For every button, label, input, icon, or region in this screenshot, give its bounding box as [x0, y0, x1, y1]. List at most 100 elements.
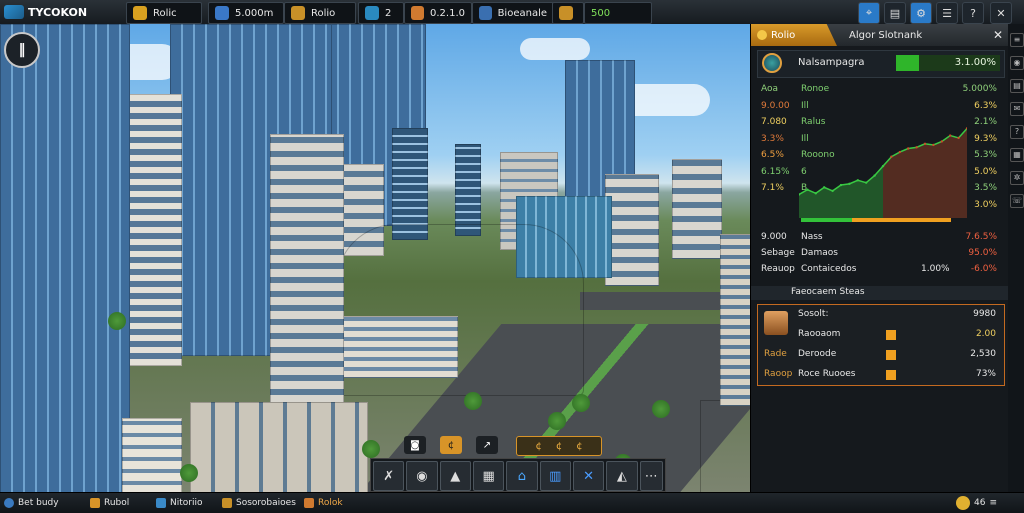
bottom-right-counter[interactable]: 46 ≡ [956, 496, 997, 510]
info-label: Deroode [798, 349, 837, 359]
row-right-value: 5.0% [974, 166, 997, 177]
office-icon[interactable]: ▥ [539, 461, 571, 491]
coin-icon[interactable]: ¢ [440, 436, 462, 454]
background-tower [455, 144, 481, 236]
progress-bar [801, 218, 951, 222]
info-label: Roce Ruooes [798, 369, 856, 379]
shield-icon [291, 6, 305, 20]
chart-point [898, 150, 901, 154]
stat-b: Nass [801, 232, 823, 242]
chart-icon[interactable]: ▤ [884, 2, 906, 24]
chart-point [890, 155, 893, 158]
row-left-value: 6.15% [761, 166, 790, 177]
row-right-value: 2.1% [974, 117, 997, 127]
list-icon[interactable]: ≡ [1010, 33, 1024, 47]
settings-icon[interactable]: ⚙ [910, 2, 932, 24]
tower-base [190, 402, 368, 492]
bottom-item-globe[interactable]: Bet budy [4, 496, 59, 510]
city-viewport[interactable]: ‖ [0, 24, 750, 492]
fan-icon[interactable]: ✲ [1010, 171, 1024, 185]
section-title: Faeocaem Steas [791, 287, 865, 297]
resource-stars[interactable]: 5.000m [208, 2, 284, 24]
domed-tower [672, 159, 722, 259]
resource-gems[interactable]: 0.2.1.0 [404, 2, 472, 24]
chart-point [865, 181, 868, 184]
row-right-value: 6.3% [974, 100, 997, 111]
globe-icon [4, 498, 14, 508]
book-icon[interactable]: ▦ [1010, 148, 1024, 162]
resource-tools[interactable] [552, 2, 584, 24]
bottom-item-shield[interactable]: Sosorobaioes [222, 496, 296, 510]
right-edge-tower [720, 234, 750, 406]
pause-button[interactable]: ‖ [4, 32, 40, 68]
chart-point [957, 136, 960, 140]
tab-rolio[interactable]: Rolio [751, 24, 837, 46]
eye-icon[interactable]: ◉ [1010, 56, 1024, 70]
bottom-item-chart[interactable]: Nitoriio [156, 496, 202, 510]
row-right-value: 9.3% [974, 133, 997, 144]
building-icon[interactable]: ▲ [439, 461, 471, 491]
arrow-icon[interactable]: ↗ [476, 436, 498, 454]
company-name: Nalsampagra [798, 57, 865, 68]
foreground-tower [270, 134, 344, 446]
water-icon[interactable]: ◉ [406, 461, 438, 491]
resource-money[interactable]: Rolic [126, 2, 202, 24]
info-label: Raooaom [798, 329, 841, 339]
app-logo[interactable]: TYCOKON [4, 3, 87, 21]
info-prefix: Raoop [764, 369, 793, 379]
bottom-item-badge[interactable]: Rolok [304, 496, 343, 510]
tools-icon[interactable]: ✕ [572, 461, 605, 491]
user-icon[interactable]: ☰ [936, 2, 958, 24]
help-icon[interactable]: ? [1010, 125, 1024, 139]
coin-group[interactable]: ¢ ¢ ¢ [516, 436, 602, 456]
coin-icon [956, 496, 970, 510]
resource-trophy[interactable]: 2 [358, 2, 404, 24]
coin-icon: ¢ [576, 440, 583, 452]
status-square [886, 370, 896, 380]
chart-icon [156, 498, 166, 508]
build-toolbar: ✗ ◉ ▲ ▦ ⌂ ▥ ✕ ◭ ⋯ [370, 458, 666, 492]
close-button[interactable]: ✕ [993, 28, 1003, 42]
coin-icon: ¢ [555, 440, 563, 452]
phone-icon[interactable]: ☏ [1010, 194, 1024, 208]
row-right-value: 3.5% [974, 183, 997, 193]
bottom-label: Rolok [318, 498, 343, 508]
chart-point [806, 188, 809, 191]
chart-point [923, 142, 927, 145]
help-icon[interactable]: ? [962, 2, 984, 24]
camera-icon[interactable]: ◙ [404, 436, 426, 454]
globe-icon [479, 6, 492, 20]
badge-icon [304, 498, 314, 508]
resource-label: 2 [385, 7, 392, 19]
cloud [520, 38, 590, 60]
stat-b: Damaos [801, 248, 838, 258]
map-pin-icon[interactable]: ⌖ [858, 2, 880, 24]
stat-b: Contaicedos [801, 264, 857, 274]
bottom-item-coin[interactable]: Rubol [90, 496, 129, 510]
info-label: Sosolt: [798, 309, 829, 319]
tree [362, 440, 380, 458]
bottom-label: Sosorobaioes [236, 498, 296, 508]
road-icon[interactable]: ✗ [373, 461, 405, 491]
doc-icon[interactable]: ▤ [1010, 79, 1024, 93]
tab-label: Rolio [771, 29, 796, 41]
info-value: 9980 [973, 309, 996, 319]
demolish-icon[interactable]: ◭ [606, 461, 638, 491]
left-glass-tower [0, 24, 130, 492]
chat-icon[interactable]: ✉ [1010, 102, 1024, 116]
expand-icon[interactable]: ⋯ [639, 461, 663, 491]
info-value: 2,530 [970, 349, 996, 359]
company-row[interactable]: Nalsampagra 3.1.00% [757, 50, 1005, 78]
tree [548, 412, 566, 430]
resource-globe[interactable]: Bioeanale [472, 2, 554, 24]
tree [652, 400, 670, 418]
resource-cash[interactable]: 500 [584, 2, 652, 24]
row-left-value: 3.3% [761, 133, 784, 144]
close-icon[interactable]: ✕ [990, 2, 1012, 24]
house-icon[interactable]: ⌂ [506, 461, 538, 491]
coin-icon [757, 30, 767, 40]
stat-c: 1.00% [921, 264, 950, 274]
resource-label: 0.2.1.0 [430, 7, 465, 19]
factory-icon[interactable]: ▦ [472, 461, 505, 491]
resource-shield[interactable]: Rolio [284, 2, 356, 24]
